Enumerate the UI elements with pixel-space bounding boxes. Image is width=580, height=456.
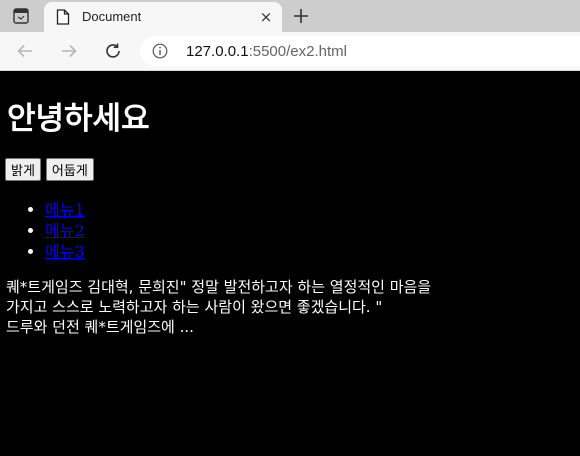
browser-toolbar: 127.0.0.1:5500/ex2.html (0, 32, 580, 71)
tab-strip: Document × (0, 0, 580, 32)
back-arrow-icon (17, 44, 32, 58)
menu-item: 메뉴2 (45, 220, 85, 241)
page-content: 안녕하세요 밝게 어둡게 메뉴1 메뉴2 메뉴3 퀘*트게임즈 김대혁, 문희진… (0, 71, 580, 456)
document-icon (56, 9, 70, 25)
reload-button[interactable] (100, 38, 126, 64)
tab-title: Document (82, 9, 142, 24)
menu-item: 메뉴3 (45, 241, 85, 262)
url-path: :5500/ex2.html (248, 43, 347, 60)
intro-paragraph: 퀘*트게임즈 김대혁, 문희진" 정말 발전하고자 하는 열정적인 마음을 가지… (6, 277, 526, 337)
page-heading: 안녕하세요 (7, 101, 150, 137)
menu-item: 메뉴1 (45, 199, 85, 220)
forward-button[interactable] (56, 38, 82, 64)
browser-tab[interactable]: Document × (44, 2, 282, 32)
paragraph-line-1: 퀘*트게임즈 김대혁, 문희진" 정말 발전하고자 하는 열정적인 마음을 (6, 278, 432, 296)
menu-link-3[interactable]: 메뉴3 (45, 242, 85, 261)
url-text[interactable]: 127.0.0.1:5500/ex2.html (186, 43, 347, 60)
url-host: 127.0.0.1 (186, 43, 249, 60)
light-mode-button[interactable]: 밝게 (5, 158, 41, 181)
dark-mode-button[interactable]: 어둡게 (45, 158, 94, 181)
theme-buttons: 밝게 어둡게 (5, 158, 94, 181)
new-tab-button[interactable] (288, 4, 314, 28)
back-button[interactable] (12, 38, 38, 64)
reload-icon (106, 43, 120, 58)
menu-link-2[interactable]: 메뉴2 (45, 221, 85, 240)
tab-actions-icon (13, 8, 29, 24)
address-bar[interactable]: 127.0.0.1:5500/ex2.html (140, 36, 580, 66)
plus-icon (294, 9, 308, 23)
menu-list: 메뉴1 메뉴2 메뉴3 (0, 199, 85, 262)
paragraph-line-3: 드루와 던전 퀘*트게임즈에 ... (6, 318, 194, 336)
tab-actions-button[interactable] (6, 4, 36, 28)
info-icon[interactable] (152, 43, 168, 59)
paragraph-line-2: 가지고 스스로 노력하고자 하는 사람이 왔으면 좋겠습니다. " (6, 298, 383, 316)
close-tab-icon[interactable]: × (256, 7, 276, 27)
menu-link-1[interactable]: 메뉴1 (45, 200, 85, 219)
forward-arrow-icon (62, 44, 77, 58)
